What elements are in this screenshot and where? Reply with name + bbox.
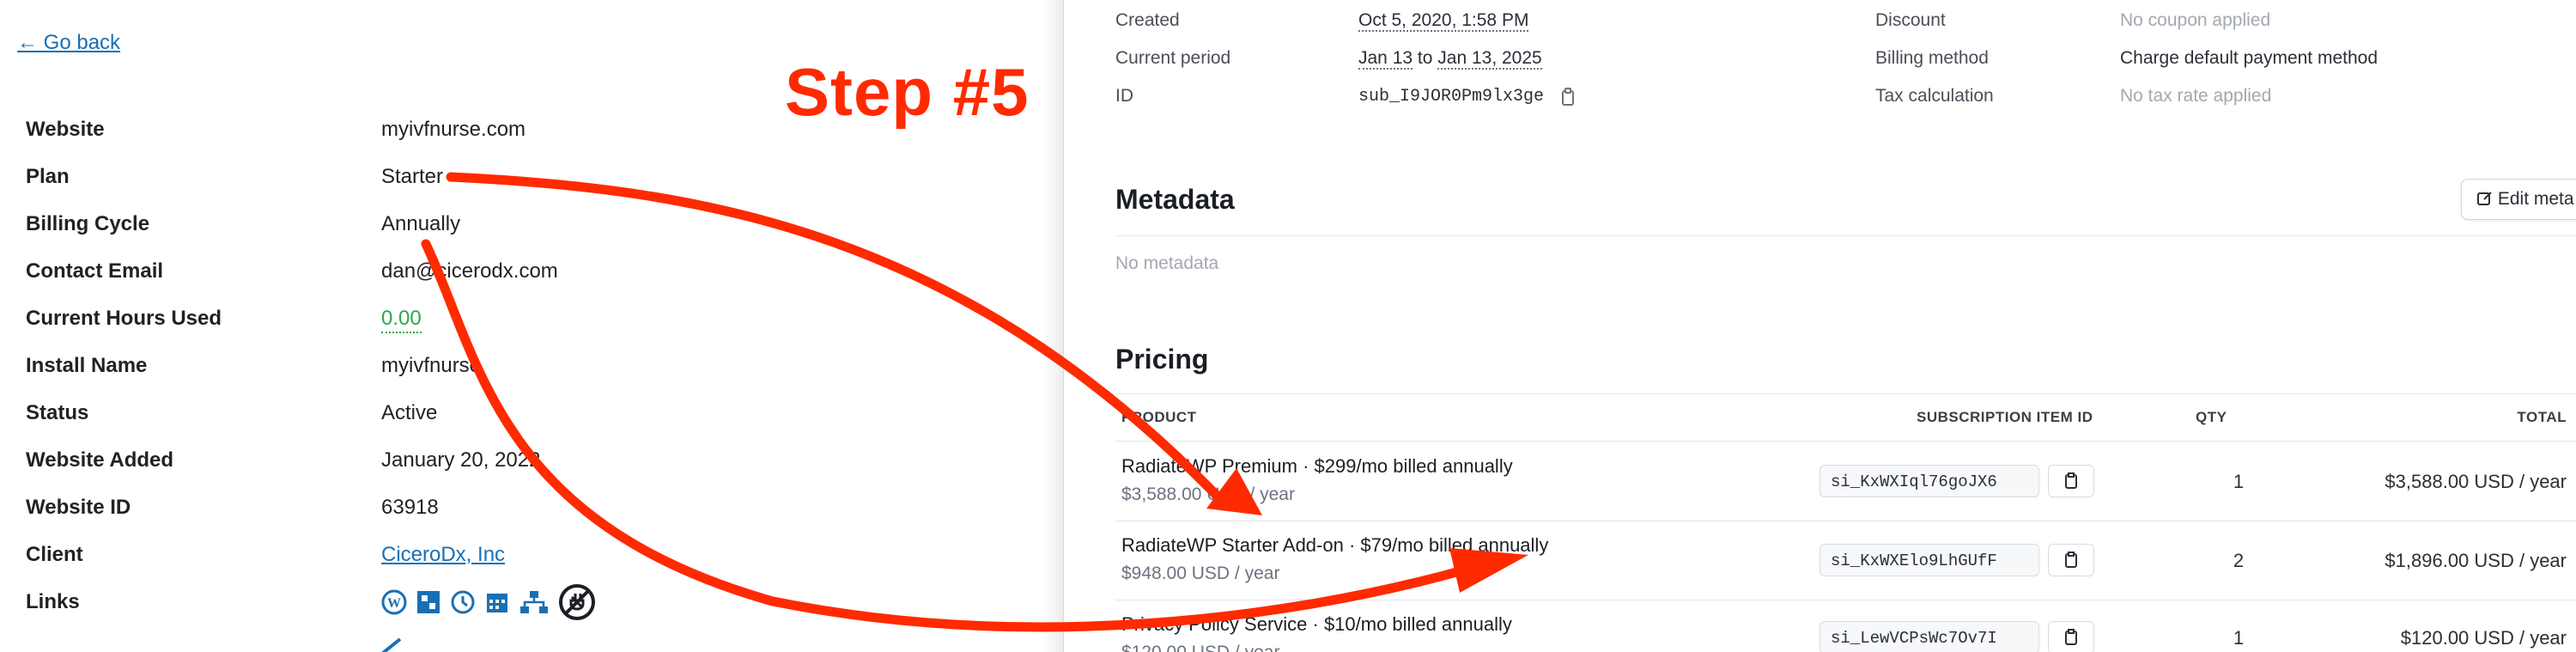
website-value: myivfnurse.com — [381, 118, 526, 141]
created-value[interactable]: Oct 5, 2020, 1:58 PM — [1358, 10, 1529, 32]
period-to-text: to — [1417, 48, 1433, 68]
edit-website-partial — [26, 641, 32, 652]
discount-value: No coupon applied — [2120, 10, 2271, 30]
product-price: $120.00 USD / year — [1121, 643, 1279, 652]
copy-button[interactable] — [2048, 544, 2094, 576]
quantity: 1 — [2233, 471, 2245, 492]
product-price: $3,588.00 USD / year — [1121, 484, 1295, 504]
install-name-value: myivfnurse — [381, 354, 482, 377]
period-start-link[interactable]: Jan 13 — [1358, 48, 1413, 70]
svg-text:W: W — [387, 596, 401, 611]
hours-used-value[interactable]: 0.00 — [381, 306, 422, 333]
subscription-item-id[interactable]: si_LewVCPsWc7Ov7I — [1820, 621, 2039, 652]
line-total: $3,588.00 USD / year — [2385, 471, 2567, 492]
detail-row-hours-used: Current Hours Used 0.00 — [26, 302, 1013, 336]
quantity: 2 — [2233, 550, 2245, 571]
contact-email-value: dan@cicerodx.com — [381, 259, 558, 283]
calendar-icon[interactable] — [484, 589, 510, 615]
edit-icon — [2477, 192, 2492, 205]
current-period-value: Jan 13 to Jan 13, 2025 — [1358, 48, 1542, 70]
detail-row-install-name: Install Name myivfnurse — [26, 349, 1013, 383]
detail-label: Links — [26, 590, 80, 613]
detail-label: Website Added — [26, 448, 174, 472]
edit-metadata-label: Edit meta — [2497, 189, 2574, 209]
detail-row-website-id: Website ID 63918 — [26, 491, 1013, 525]
copy-button[interactable] — [2048, 621, 2094, 652]
detail-label: Billing Cycle — [26, 212, 150, 235]
detail-row-plan: Plan Starter — [26, 160, 1013, 194]
detail-label: Install Name — [26, 354, 148, 377]
detail-row-contact-email: Contact Email dan@cicerodx.com — [26, 254, 1013, 289]
clipboard-icon — [2065, 629, 2077, 645]
billing-method-label: Billing method — [1875, 48, 1989, 68]
sitemap-icon[interactable] — [519, 589, 550, 615]
copy-button[interactable] — [2048, 465, 2094, 497]
current-period-label: Current period — [1115, 48, 1231, 68]
client-link[interactable]: CiceroDx, Inc — [381, 538, 505, 572]
divider — [1115, 235, 2576, 236]
id-label: ID — [1115, 86, 1133, 106]
divider — [1115, 393, 2576, 394]
copy-icon[interactable] — [1560, 88, 1576, 111]
detail-label: Current Hours Used — [26, 307, 222, 330]
no-plugin-icon[interactable] — [558, 583, 596, 621]
subscription-panel: Created Oct 5, 2020, 1:58 PM Current per… — [1063, 0, 2576, 652]
website-id-value: 63918 — [381, 496, 439, 519]
clipboard-icon — [2065, 472, 2077, 489]
plan-value: Starter — [381, 165, 444, 188]
col-header-subscription-item-id: SUBSCRIPTION ITEM ID — [1917, 409, 2093, 425]
edit-icon[interactable] — [378, 637, 407, 652]
col-header-qty: QTY — [2196, 409, 2227, 425]
subscription-id: sub_I9JOR0Pm9lx3ge — [1358, 87, 1545, 107]
detail-label: Contact Email — [26, 259, 164, 283]
metadata-heading: Metadata — [1115, 184, 1235, 215]
detail-row-billing-cycle: Billing Cycle Annually — [26, 207, 1013, 241]
go-back-link[interactable]: ← Go back — [17, 31, 120, 55]
product-name: Privacy Policy Service · $10/mo billed a… — [1121, 613, 1512, 635]
detail-label: Client — [26, 543, 83, 566]
clipboard-icon — [2065, 551, 2077, 568]
billing-method-value: Charge default payment method — [2120, 48, 2379, 68]
detail-row-website-added: Website Added January 20, 2022 — [26, 443, 1013, 478]
links-icon-group: W — [381, 583, 596, 621]
billing-cycle-value: Annually — [381, 212, 461, 235]
status-value: Active — [381, 401, 438, 424]
website-added-value: January 20, 2022 — [381, 448, 541, 472]
line-total: $120.00 USD / year — [2400, 627, 2567, 649]
edit-metadata-button[interactable]: Edit meta — [2461, 179, 2576, 220]
detail-label: Status — [26, 401, 89, 424]
created-label: Created — [1115, 10, 1180, 30]
subscription-item-id[interactable]: si_KxWXElo9LhGUfF — [1820, 544, 2039, 576]
no-metadata-text: No metadata — [1115, 253, 1219, 273]
detail-row-client: Client CiceroDx, Inc — [26, 538, 1013, 572]
detail-row-status: Status Active — [26, 396, 1013, 430]
detail-row-website: Website myivfnurse.com — [26, 113, 1013, 147]
quantity: 1 — [2233, 627, 2245, 649]
tax-calculation-label: Tax calculation — [1875, 86, 1994, 106]
divider — [1115, 441, 2576, 442]
clock-icon[interactable] — [450, 589, 476, 615]
col-header-product: PRODUCT — [1121, 409, 1197, 425]
subscription-item-id[interactable]: si_KxWXIql76goJX6 — [1820, 465, 2039, 497]
tax-calculation-value: No tax rate applied — [2120, 86, 2272, 106]
discount-label: Discount — [1875, 10, 1946, 30]
wordpress-icon[interactable]: W — [381, 589, 407, 615]
detail-label: Website — [26, 118, 105, 141]
wp-engine-icon[interactable] — [416, 589, 441, 615]
product-name: RadiateWP Starter Add-on · $79/mo billed… — [1121, 534, 1549, 556]
col-header-total: TOTAL — [2517, 409, 2567, 425]
detail-label: Website ID — [26, 496, 131, 519]
period-end-link[interactable]: Jan 13, 2025 — [1437, 48, 1542, 70]
pricing-heading: Pricing — [1115, 344, 1209, 375]
detail-label: Plan — [26, 165, 70, 188]
detail-row-links: Links W — [26, 583, 1013, 621]
website-details-panel: ← Go back Step #5 Website myivfnurse.com… — [0, 0, 1063, 652]
line-total: $1,896.00 USD / year — [2385, 550, 2567, 571]
product-name: RadiateWP Premium · $299/mo billed annua… — [1121, 455, 1513, 477]
product-price: $948.00 USD / year — [1121, 564, 1280, 583]
created-date-link[interactable]: Oct 5, 2020, 1:58 PM — [1358, 10, 1529, 32]
